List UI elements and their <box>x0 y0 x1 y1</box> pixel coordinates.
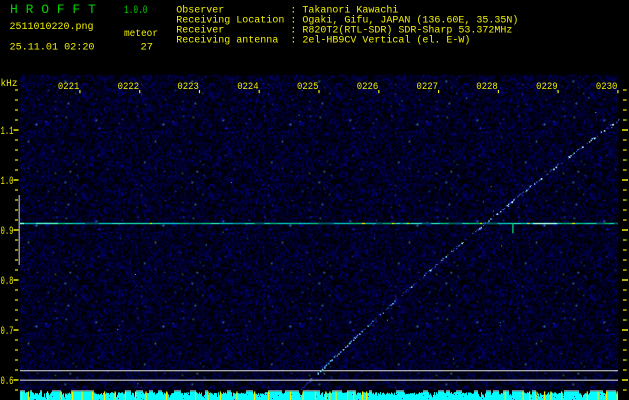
svg-text:27: 27 <box>141 43 154 54</box>
svg-text:0225: 0225 <box>297 82 319 93</box>
svg-text:0228: 0228 <box>476 82 498 93</box>
svg-text:meteor: meteor <box>124 29 158 40</box>
svg-text:kHz: kHz <box>1 78 18 90</box>
svg-text:1.0.0: 1.0.0 <box>124 5 148 17</box>
svg-text:0223: 0223 <box>177 82 199 93</box>
svg-text:0224: 0224 <box>237 82 259 93</box>
svg-text:0.8: 0.8 <box>1 276 14 288</box>
svg-text:0226: 0226 <box>357 82 379 93</box>
svg-text:0229: 0229 <box>536 82 558 93</box>
svg-text:25.11.01 02:20: 25.11.01 02:20 <box>10 43 95 54</box>
svg-text:2511010220.png: 2511010220.png <box>10 22 94 33</box>
svg-text:1.1: 1.1 <box>1 126 14 138</box>
svg-text:Receiving antenna : 2el-HB9CV: Receiving antenna : 2el-HB9CV Vertical (… <box>176 34 470 46</box>
svg-text:0.9: 0.9 <box>1 226 14 238</box>
svg-text:0.6: 0.6 <box>1 376 14 388</box>
svg-text:0230: 0230 <box>596 82 618 93</box>
svg-text:0227: 0227 <box>417 82 439 93</box>
svg-text:1.0: 1.0 <box>1 176 14 188</box>
svg-text:0221: 0221 <box>58 82 80 93</box>
svg-text:0222: 0222 <box>118 82 140 93</box>
svg-text:0.7: 0.7 <box>1 326 14 338</box>
svg-text:H R O F F T: H R O F F T <box>10 2 96 17</box>
